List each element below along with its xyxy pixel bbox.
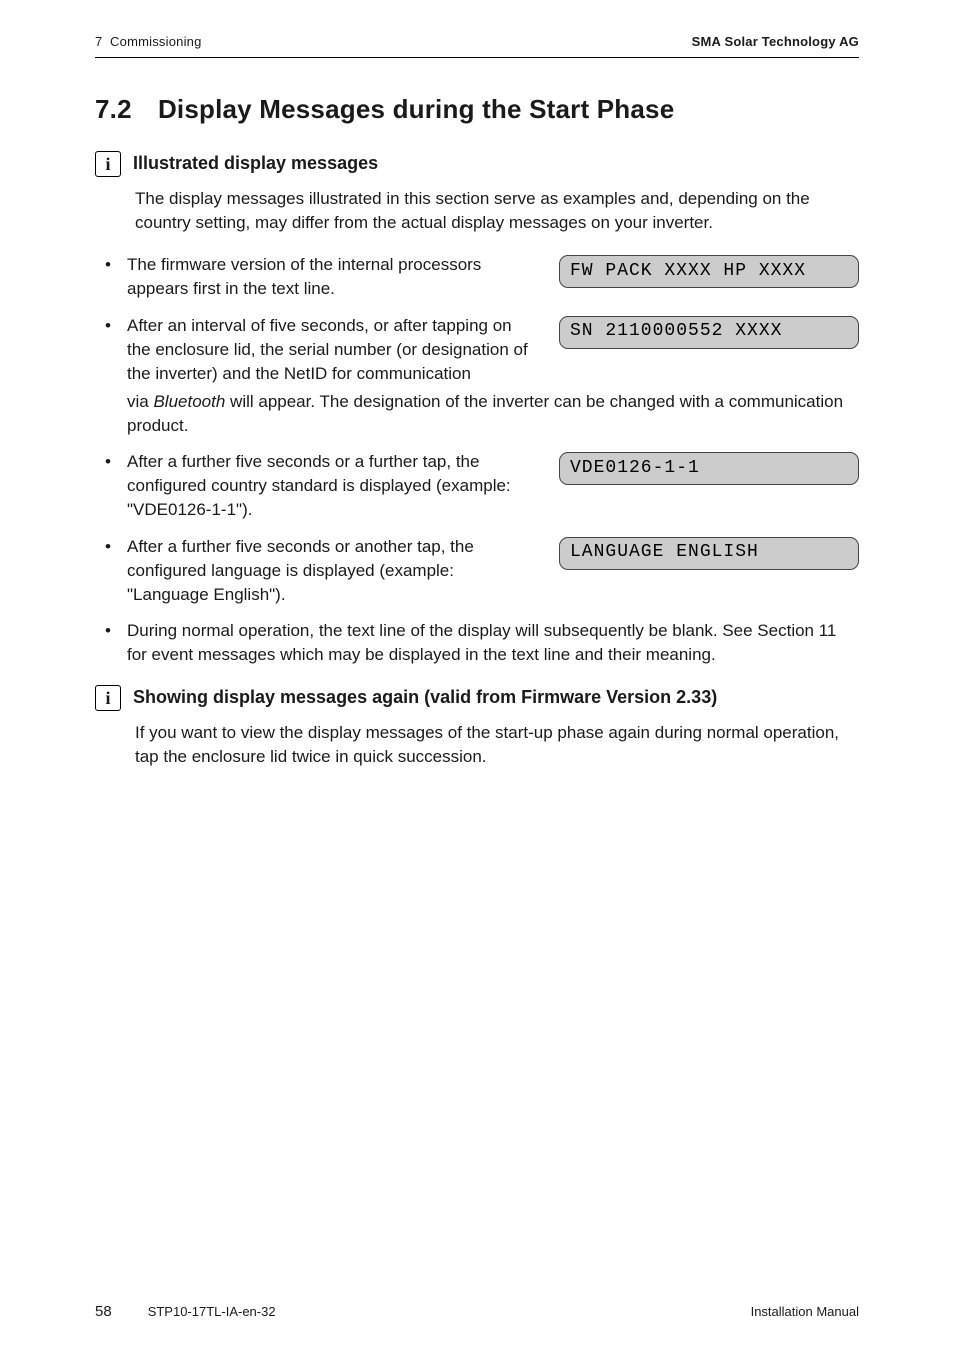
page: 7 Commissioning SMA Solar Technology AG …	[0, 0, 954, 1352]
lcd-display: VDE0126-1-1	[559, 452, 859, 485]
lcd-display: LANGUAGE ENGLISH	[559, 537, 859, 570]
section-title: 7.2 Display Messages during the Start Ph…	[95, 94, 859, 125]
bullet-text: After an interval of five seconds, or af…	[127, 314, 535, 386]
list-item: After a further five seconds or another …	[103, 535, 859, 607]
page-header: 7 Commissioning SMA Solar Technology AG	[95, 34, 859, 58]
footer-right: Installation Manual	[751, 1304, 859, 1319]
lcd-display: FW PACK xxxx HP xxxx	[559, 255, 859, 288]
cont-pre: via	[127, 392, 153, 411]
info-title: Showing display messages again (valid fr…	[133, 687, 717, 708]
bullet-text: During normal operation, the text line o…	[127, 619, 859, 667]
doc-id: STP10-17TL-IA-en-32	[148, 1304, 276, 1319]
header-right: SMA Solar Technology AG	[692, 34, 859, 49]
list-item: After a further five seconds or a furthe…	[103, 450, 859, 522]
info-body: If you want to view the display messages…	[135, 721, 859, 769]
cont-post: will appear. The designation of the inve…	[127, 392, 843, 435]
lcd-text: FW PACK xxxx HP xxxx	[570, 259, 806, 285]
header-left: 7 Commissioning	[95, 34, 202, 49]
list-item: After an interval of five seconds, or af…	[103, 314, 859, 439]
page-number: 58	[95, 1303, 112, 1320]
info-block-illustrated: i Illustrated display messages	[95, 151, 859, 177]
footer-left: 58 STP10-17TL-IA-en-32	[95, 1303, 276, 1320]
bullet-list: The firmware version of the internal pro…	[103, 253, 859, 667]
list-item: The firmware version of the internal pro…	[103, 253, 859, 301]
lcd-display: SN 2110000552 XXXX	[559, 316, 859, 349]
bullet-text: After a further five seconds or another …	[127, 535, 535, 607]
info-icon-glyph: i	[105, 689, 110, 707]
bullet-text: The firmware version of the internal pro…	[127, 253, 535, 301]
info-block-showing-again: i Showing display messages again (valid …	[95, 685, 859, 711]
info-body: The display messages illustrated in this…	[135, 187, 859, 235]
info-icon-glyph: i	[105, 155, 110, 173]
lcd-text: SN 2110000552 XXXX	[570, 319, 782, 345]
bullet-text: After a further five seconds or a furthe…	[127, 450, 535, 522]
lcd-text: VDE0126-1-1	[570, 456, 700, 482]
lcd-text: LANGUAGE ENGLISH	[570, 540, 759, 566]
info-title: Illustrated display messages	[133, 153, 378, 174]
bullet-continuation: via Bluetooth will appear. The designati…	[127, 390, 859, 438]
page-footer: 58 STP10-17TL-IA-en-32 Installation Manu…	[95, 1303, 859, 1320]
list-item: During normal operation, the text line o…	[103, 619, 859, 667]
info-icon: i	[95, 685, 121, 711]
cont-italic: Bluetooth	[153, 392, 225, 411]
info-icon: i	[95, 151, 121, 177]
